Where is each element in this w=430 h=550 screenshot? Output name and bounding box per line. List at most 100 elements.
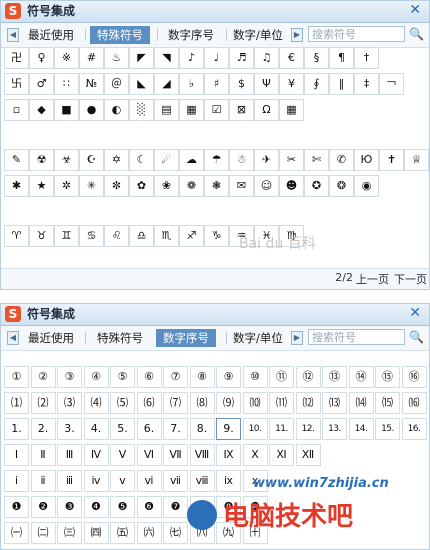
symbol-cell[interactable]: ⑹: [136, 392, 162, 414]
symbol-cell[interactable]: ⑦: [163, 366, 188, 388]
symbol-cell[interactable]: ◤: [129, 47, 154, 69]
symbol-cell[interactable]: ♊: [54, 225, 79, 247]
symbol-cell[interactable]: ※: [54, 47, 79, 69]
symbol-cell[interactable]: ♪: [179, 47, 204, 69]
symbol-cell[interactable]: 10.: [242, 418, 268, 440]
symbol-cell[interactable]: Ⅳ: [83, 444, 109, 466]
tab-special-symbols[interactable]: 特殊符号: [90, 26, 150, 44]
symbol-cell[interactable]: ⑧: [189, 366, 215, 388]
symbol-cell[interactable]: ◥: [154, 47, 179, 69]
symbol-cell[interactable]: ⑸: [110, 392, 135, 414]
symbol-cell[interactable]: ㈡: [30, 522, 56, 544]
tab-recent[interactable]: 最近使用: [21, 329, 81, 347]
symbol-cell[interactable]: Ⅶ: [163, 444, 188, 466]
symbol-cell[interactable]: ③: [57, 366, 82, 388]
symbol-cell[interactable]: ♑: [204, 225, 229, 247]
symbol-cell[interactable]: ◣: [129, 73, 154, 95]
symbol-cell[interactable]: ⑭: [348, 366, 374, 388]
symbol-cell[interactable]: Ω: [254, 99, 279, 121]
symbol-cell[interactable]: 9.: [216, 418, 241, 440]
symbol-cell[interactable]: Ⅴ: [110, 444, 135, 466]
symbol-cell[interactable]: ❶: [4, 496, 29, 518]
symbol-cell[interactable]: №: [79, 73, 104, 95]
symbol-cell[interactable]: ❁: [179, 175, 204, 197]
symbol-cell[interactable]: ⅷ: [189, 470, 215, 492]
symbol-cell[interactable]: ㈥: [136, 522, 162, 544]
symbol-cell[interactable]: Ⅹ: [242, 444, 268, 466]
symbol-cell[interactable]: ⑨: [216, 366, 241, 388]
symbol-cell[interactable]: ♫: [254, 47, 279, 69]
symbol-cell[interactable]: ⑯: [401, 366, 427, 388]
symbol-cell[interactable]: ♩: [204, 47, 229, 69]
symbol-cell[interactable]: ⑬: [322, 366, 347, 388]
symbol-cell[interactable]: ♌: [104, 225, 129, 247]
symbol-cell[interactable]: ❺: [110, 496, 135, 518]
symbol-cell[interactable]: ☾: [129, 149, 154, 171]
symbol-cell[interactable]: ⅳ: [83, 470, 109, 492]
symbol-cell[interactable]: ♬: [229, 47, 254, 69]
symbol-cell[interactable]: ✄: [304, 149, 329, 171]
symbol-cell[interactable]: ㈠: [4, 522, 29, 544]
symbol-cell[interactable]: ⑵: [30, 392, 56, 414]
symbol-cell[interactable]: ⅵ: [136, 470, 162, 492]
symbol-cell[interactable]: 1.: [4, 418, 29, 440]
symbol-cell[interactable]: ①: [4, 366, 29, 388]
symbol-cell[interactable]: 2.: [30, 418, 56, 440]
symbol-cell[interactable]: ✪: [304, 175, 329, 197]
symbol-cell[interactable]: ♀: [29, 47, 54, 69]
prev-page-link[interactable]: 上一页: [356, 271, 389, 287]
tab-recent[interactable]: 最近使用: [21, 26, 81, 44]
symbol-cell[interactable]: ㈤: [110, 522, 135, 544]
symbol-cell[interactable]: ✉: [229, 175, 254, 197]
symbol-cell[interactable]: ☢: [29, 149, 54, 171]
symbol-cell[interactable]: 16.: [401, 418, 427, 440]
symbol-cell[interactable]: ⅸ: [216, 470, 241, 492]
symbol-cell[interactable]: 15.: [375, 418, 400, 440]
symbol-cell[interactable]: ⅶ: [163, 470, 188, 492]
symbol-cell[interactable]: ◆: [29, 99, 54, 121]
close-icon[interactable]: ✕: [409, 305, 421, 322]
tab-number-unit[interactable]: 数字/单位: [226, 329, 290, 347]
symbol-cell[interactable]: Ю: [354, 149, 379, 171]
symbol-cell[interactable]: 12.: [295, 418, 321, 440]
symbol-cell[interactable]: ⑿: [295, 392, 321, 414]
symbol-cell[interactable]: ❻: [136, 496, 162, 518]
symbol-cell[interactable]: ♂: [29, 73, 54, 95]
symbol-cell[interactable]: ▫: [4, 99, 29, 121]
tab-number-sequence[interactable]: 数字序号: [156, 329, 216, 347]
symbol-cell[interactable]: ⊠: [229, 99, 254, 121]
symbol-cell[interactable]: 5.: [110, 418, 135, 440]
symbol-cell[interactable]: Ⅸ: [216, 444, 241, 466]
symbol-cell[interactable]: Ⅲ: [57, 444, 82, 466]
symbol-cell[interactable]: ◐: [104, 99, 129, 121]
symbol-cell[interactable]: ✎: [4, 149, 29, 171]
symbol-cell[interactable]: ✿: [129, 175, 154, 197]
symbol-cell[interactable]: ✆: [329, 149, 354, 171]
symbol-cell[interactable]: ㈢: [57, 522, 82, 544]
arrow-left-icon[interactable]: ◀: [7, 28, 19, 42]
symbol-cell[interactable]: ¶: [329, 47, 354, 69]
tab-special-symbols[interactable]: 特殊符号: [90, 329, 150, 347]
symbol-cell[interactable]: ●: [79, 99, 104, 121]
symbol-cell[interactable]: ⅲ: [57, 470, 82, 492]
search-input[interactable]: 搜索符号: [308, 329, 405, 345]
symbol-cell[interactable]: #: [79, 47, 104, 69]
symbol-cell[interactable]: ░: [129, 99, 154, 121]
symbol-cell[interactable]: ⑼: [216, 392, 241, 414]
symbol-cell[interactable]: 6.: [136, 418, 162, 440]
search-input[interactable]: 搜索符号: [308, 26, 405, 42]
symbol-cell[interactable]: ♉: [29, 225, 54, 247]
symbol-cell[interactable]: ⒂: [375, 392, 400, 414]
symbol-cell[interactable]: ▦: [179, 99, 204, 121]
symbol-cell[interactable]: ✳: [79, 175, 104, 197]
symbol-cell[interactable]: ㈣: [83, 522, 109, 544]
symbol-cell[interactable]: ⑴: [4, 392, 29, 414]
symbol-cell[interactable]: ⅴ: [110, 470, 135, 492]
tab-number-unit[interactable]: 数字/单位: [226, 26, 290, 44]
symbol-cell[interactable]: 14.: [348, 418, 374, 440]
symbol-cell[interactable]: ⑷: [83, 392, 109, 414]
symbol-cell[interactable]: ✲: [54, 175, 79, 197]
symbol-cell[interactable]: Ⅺ: [269, 444, 294, 466]
symbol-cell[interactable]: ♐: [179, 225, 204, 247]
symbol-cell[interactable]: 卐: [4, 73, 29, 95]
